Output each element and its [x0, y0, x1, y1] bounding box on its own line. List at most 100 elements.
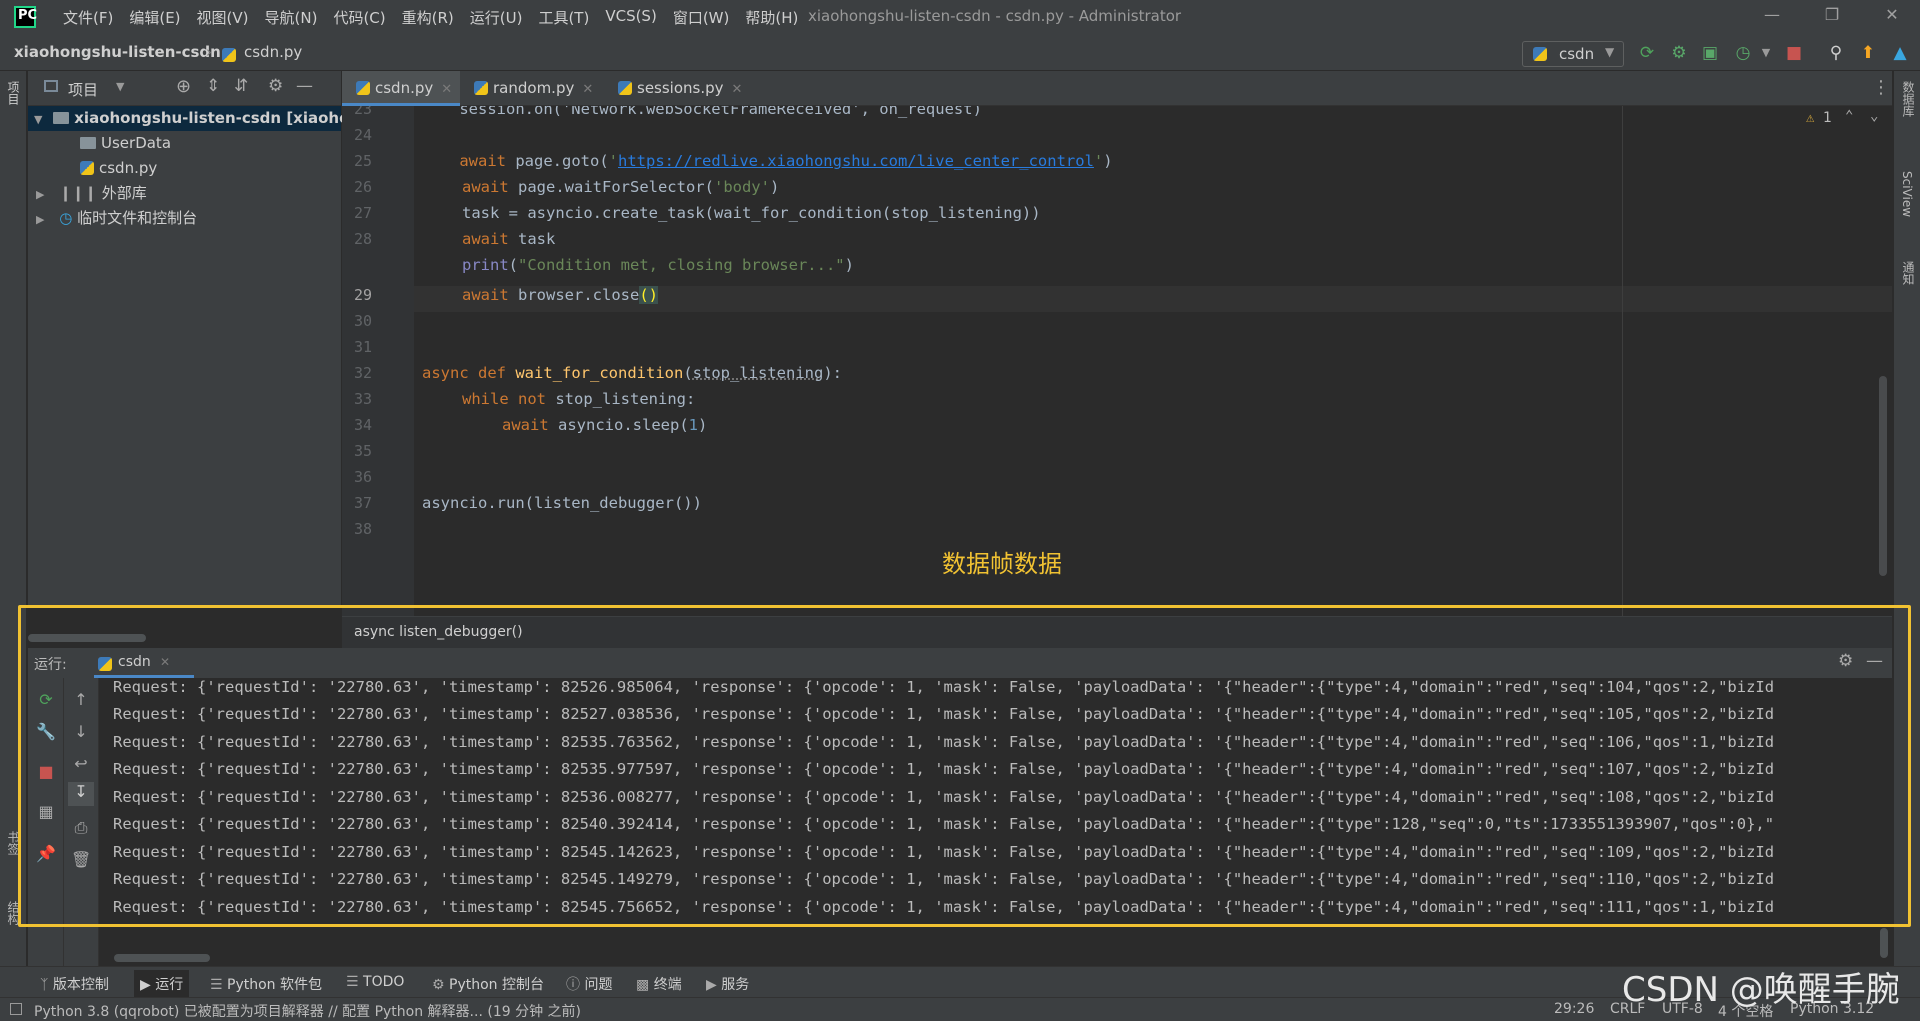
stop-icon[interactable]: ■ — [36, 762, 56, 782]
chevron-right-icon: ▶ — [36, 213, 45, 226]
tree-item-external-libraries[interactable]: ▶ ❙❙❙ 外部库 — [36, 181, 147, 206]
tab-random-py[interactable]: random.py ✕ — [460, 71, 604, 106]
collapse-all-icon[interactable]: ⇵ — [234, 76, 248, 96]
previous-highlight-icon[interactable]: ⌃ — [1845, 108, 1853, 124]
database-tool-tab[interactable]: 数据库 — [1900, 81, 1917, 117]
locate-icon[interactable]: ⊕ — [176, 76, 191, 97]
gear-icon[interactable]: ⚙ — [1838, 651, 1853, 671]
line-number: 28 — [353, 230, 372, 248]
run-toolbar-left: ⟳ 🔧 ■ ▦ 📌 — [28, 678, 64, 966]
console-horizontal-scrollbar[interactable] — [114, 954, 210, 962]
tool-run[interactable]: ▶ 运行 — [134, 970, 190, 998]
expand-all-icon[interactable]: ⇕ — [206, 76, 220, 96]
tool-terminal[interactable]: ▩ 终端 — [636, 974, 682, 994]
status-toggle-icon[interactable] — [10, 1003, 22, 1015]
menu-run[interactable]: 运行(U) — [462, 7, 531, 28]
more-tabs-icon[interactable]: ⋮ — [1872, 77, 1890, 98]
scroll-to-end-icon[interactable]: ↧ — [68, 782, 94, 806]
code-editor[interactable]: 23 24 25 26 27 28 29 30 31 32 33 34 35 3… — [342, 106, 1892, 616]
status-message[interactable]: Python 3.8 (qqrobot) 已被配置为项目解释器 // 配置 Py… — [34, 1001, 581, 1021]
tab-label: sessions.py — [637, 79, 724, 97]
menu-tools[interactable]: 工具(T) — [530, 7, 597, 28]
caret-position[interactable]: 29:26 — [1554, 1001, 1594, 1017]
menu-edit[interactable]: 编辑(E) — [121, 7, 188, 28]
wrench-icon[interactable]: 🔧 — [36, 722, 56, 742]
structure-tool-tab[interactable]: 结构 — [5, 901, 22, 925]
print-icon[interactable]: ⎙ — [71, 818, 91, 838]
tool-todo[interactable]: ☰ TODO — [346, 974, 404, 990]
tab-csdn-py[interactable]: csdn.py ✕ — [342, 71, 460, 106]
warning-icon[interactable]: ⚠ — [1806, 110, 1814, 126]
pin-icon[interactable]: 📌 — [36, 844, 56, 864]
menu-help[interactable]: 帮助(H) — [737, 7, 806, 28]
coverage-icon[interactable]: ▣ — [1700, 43, 1720, 63]
menu-view[interactable]: 视图(V) — [189, 7, 257, 28]
more-run-chevron-icon[interactable]: ▼ — [1756, 43, 1776, 63]
project-tree: ▼ xiaohongshu-listen-csdn [xiaohong User… — [28, 106, 371, 606]
tree-item-label: csdn.py — [99, 159, 158, 177]
editor-scrollbar[interactable] — [1879, 376, 1887, 576]
chevron-right-icon: ▶ — [36, 188, 45, 201]
up-arrow-icon[interactable]: ↑ — [71, 690, 91, 710]
next-highlight-icon[interactable]: ⌄ — [1870, 108, 1878, 124]
tool-problems[interactable]: ⓘ 问题 — [566, 974, 612, 994]
menu-window[interactable]: 窗口(W) — [665, 7, 738, 28]
tree-item-userdata[interactable]: UserData — [80, 131, 171, 156]
menu-code[interactable]: 代码(C) — [325, 7, 393, 28]
code-line-23: session.on('Network.webSocketFrameReceiv… — [422, 106, 982, 118]
editor-breadcrumb-bar: async listen_debugger() — [342, 616, 1892, 648]
tool-version-control[interactable]: ᛉ 版本控制 — [40, 974, 109, 994]
line-number: 37 — [353, 494, 372, 512]
bookmarks-tool-tab[interactable]: 书签 — [5, 831, 22, 855]
project-view-chevron-icon[interactable]: ▼ — [116, 80, 124, 93]
tool-python-packages[interactable]: ☰ Python 软件包 — [210, 974, 322, 994]
branch-icon: ᛉ — [40, 977, 49, 993]
run-config-select[interactable]: csdn ▼ — [1522, 41, 1624, 67]
code-line-37: asyncio.run(listen_debugger()) — [422, 494, 702, 512]
close-icon[interactable]: ✕ — [1872, 5, 1912, 24]
layout-icon[interactable]: ▦ — [36, 802, 56, 822]
rerun-icon[interactable]: ⟳ — [1637, 43, 1657, 63]
breadcrumb-file[interactable]: csdn.py — [244, 43, 302, 61]
hide-panel-icon[interactable]: — — [296, 76, 313, 96]
restore-icon[interactable]: ❐ — [1812, 5, 1852, 24]
console-vertical-scrollbar[interactable] — [1880, 928, 1888, 958]
tree-item-scratches[interactable]: ▶ ◷ 临时文件和控制台 — [36, 206, 197, 231]
breadcrumb-project[interactable]: xiaohongshu-listen-csdn — [14, 43, 221, 61]
close-tab-icon[interactable]: ✕ — [732, 82, 743, 97]
gear-icon[interactable]: ⚙ — [268, 76, 283, 96]
code-line-26: task = asyncio.create_task(wait_for_cond… — [462, 204, 1041, 222]
sciview-tool-tab[interactable]: SciView — [1900, 171, 1914, 217]
tool-services[interactable]: ▶ 服务 — [706, 974, 749, 994]
tab-sessions-py[interactable]: sessions.py ✕ — [604, 71, 754, 106]
run-console-output[interactable]: Request: {'requestId': '22780.63', 'time… — [100, 678, 1892, 966]
debug-icon[interactable]: ⚙ — [1669, 43, 1689, 63]
project-horizontal-scrollbar[interactable] — [28, 634, 146, 642]
soft-wrap-icon[interactable]: ↩ — [71, 754, 91, 774]
menu-file[interactable]: 文件(F) — [55, 7, 121, 28]
menu-navigate[interactable]: 导航(N) — [257, 7, 326, 28]
minimize-icon[interactable]: — — [1752, 5, 1792, 24]
project-panel-title[interactable]: 项目 — [68, 79, 98, 100]
jetbrains-toolbox-icon[interactable]: ▲ — [1890, 43, 1910, 63]
menu-refactor[interactable]: 重构(R) — [394, 7, 462, 28]
trash-icon[interactable]: 🗑 — [71, 850, 91, 870]
breadcrumb-function[interactable]: async listen_debugger() — [354, 624, 523, 640]
close-run-tab-icon[interactable]: ✕ — [160, 655, 170, 669]
down-arrow-icon[interactable]: ↓ — [71, 722, 91, 742]
rerun-icon[interactable]: ⟳ — [36, 690, 56, 710]
console-line: Request: {'requestId': '22780.63', 'time… — [113, 705, 1775, 723]
tree-item-csdn-py[interactable]: csdn.py — [80, 156, 157, 181]
stop-icon[interactable]: ■ — [1784, 43, 1804, 63]
close-tab-icon[interactable]: ✕ — [441, 82, 452, 97]
close-tab-icon[interactable]: ✕ — [582, 82, 593, 97]
hide-panel-icon[interactable]: — — [1866, 651, 1883, 671]
tree-item-root[interactable]: ▼ xiaohongshu-listen-csdn [xiaohong — [28, 106, 371, 131]
menu-vcs[interactable]: VCS(S) — [597, 7, 664, 28]
search-icon[interactable]: ⚲ — [1826, 43, 1846, 63]
notifications-tool-tab[interactable]: 通知 — [1900, 261, 1917, 285]
project-tool-tab[interactable]: 项目 — [5, 81, 22, 105]
profile-icon[interactable]: ◷ — [1733, 43, 1753, 63]
update-icon[interactable]: ⬆ — [1858, 43, 1878, 63]
tool-python-console[interactable]: ⚙ Python 控制台 — [432, 974, 544, 994]
